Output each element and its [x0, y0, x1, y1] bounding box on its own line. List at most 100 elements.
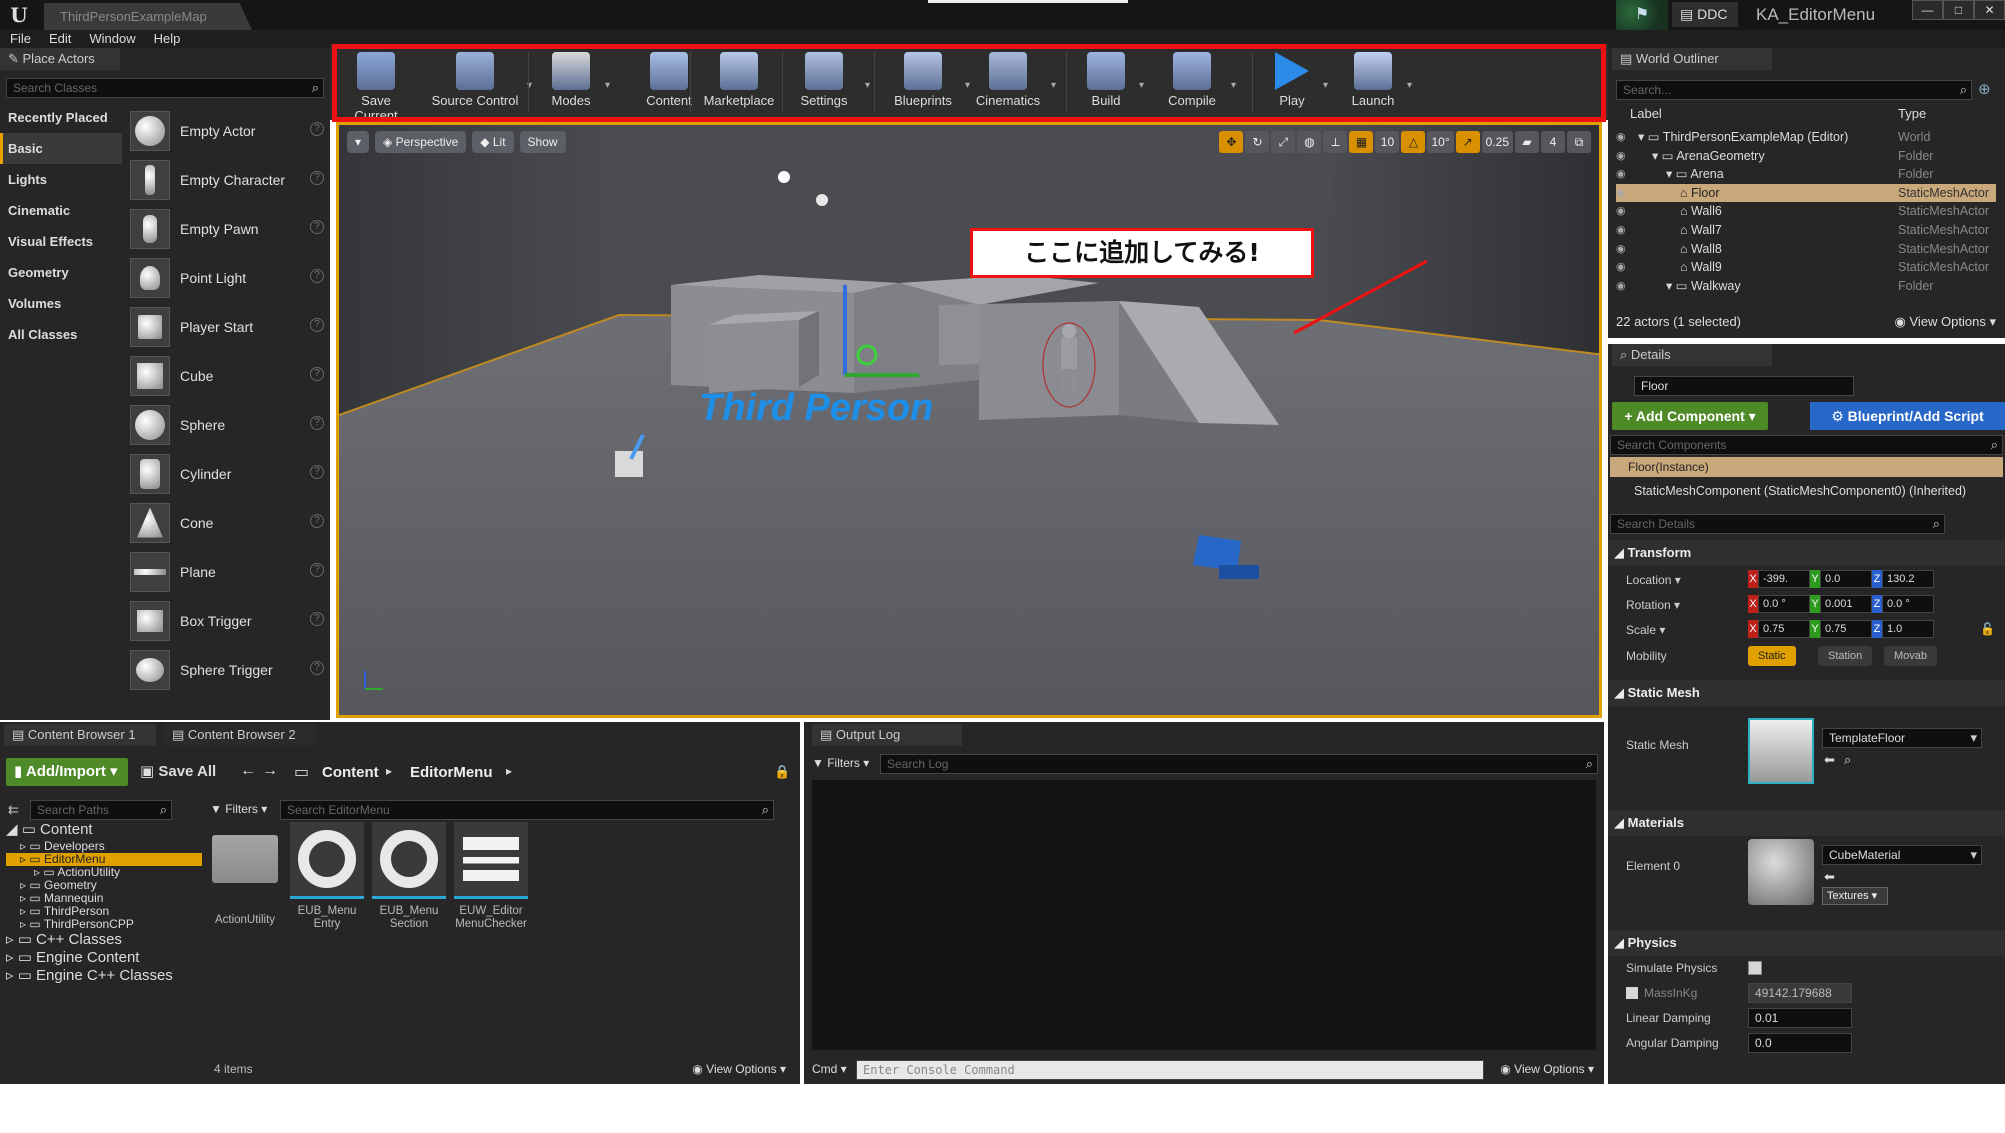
lock-icon[interactable]: 🔓 [1980, 622, 1995, 636]
location-y[interactable]: 0.0 [1820, 570, 1872, 588]
camera-speed-value[interactable]: 4 [1541, 131, 1565, 153]
close-button[interactable]: ✕ [1974, 0, 2005, 20]
actor-plane[interactable]: Plane? [126, 547, 330, 596]
simulate-physics-checkbox[interactable] [1748, 961, 1762, 975]
rotation-snap-icon[interactable]: △ [1401, 131, 1426, 153]
visibility-eye-icon[interactable]: ◉ [1616, 240, 1638, 259]
help-icon[interactable]: ? [310, 122, 324, 136]
actor-sphere[interactable]: Sphere? [126, 400, 330, 449]
world-status-icon[interactable]: ⚑ [1616, 0, 1668, 30]
menu-window[interactable]: Window [89, 30, 135, 48]
category-cinematic[interactable]: Cinematic [0, 195, 122, 226]
help-icon[interactable]: ? [310, 563, 324, 577]
use-selected-arrow-icon[interactable]: ⬅ [1824, 752, 1835, 768]
actor-cube[interactable]: Cube? [126, 351, 330, 400]
outliner-row[interactable]: ◉ ⌂ Floor StaticMeshActor [1616, 183, 1996, 203]
rotation-snap-value[interactable]: 10° [1427, 131, 1454, 153]
scale-snap-icon[interactable]: ↗ [1455, 131, 1480, 153]
outliner-row[interactable]: ◉ ⌂ Wall8 StaticMeshActor [1616, 240, 1996, 259]
maximize-button[interactable]: □ [1943, 0, 1974, 20]
component-row[interactable]: StaticMeshComponent (StaticMeshComponent… [1634, 484, 1966, 498]
actor-box-trigger[interactable]: Box Trigger? [126, 596, 330, 645]
actor-empty-actor[interactable]: Empty Actor? [126, 106, 330, 155]
actor-name-field[interactable]: Floor [1634, 376, 1854, 396]
lit-button[interactable]: ◆ Lit [472, 131, 514, 153]
tree-folder-item[interactable]: ▹ ▭ Engine C++ Classes [6, 967, 202, 985]
tree-folder-item[interactable]: ◢ ▭ Content [6, 820, 202, 840]
actor-player-start[interactable]: Player Start? [126, 302, 330, 351]
actor-cone[interactable]: Cone? [126, 498, 330, 547]
column-type[interactable]: Type [1898, 106, 1926, 126]
location-x[interactable]: -399. [1758, 570, 1810, 588]
help-icon[interactable]: ? [310, 661, 324, 675]
outliner-row[interactable]: ◉ ⌂ Wall9 StaticMeshActor [1616, 258, 1996, 277]
angular-damping-field[interactable]: 0.0 [1748, 1033, 1852, 1053]
cmd-selector[interactable]: Cmd ▾ [812, 1062, 847, 1076]
outliner-row[interactable]: ◉ ▾ ▭ ArenaGeometry Folder [1616, 147, 1996, 166]
save-all-button[interactable]: ▣ Save All [140, 758, 216, 786]
visibility-eye-icon[interactable]: ◉ [1616, 277, 1638, 296]
content-browser-2-tab[interactable]: ▤ Content Browser 2 [164, 724, 316, 746]
help-icon[interactable]: ? [310, 220, 324, 234]
tree-folder-item[interactable]: ▹ ▭ C++ Classes [6, 931, 202, 949]
help-icon[interactable]: ? [310, 514, 324, 528]
scale-z[interactable]: 1.0 [1882, 620, 1934, 638]
level-viewport[interactable]: Third Person ▾ ◈ Perspective ◆ Lit Show [336, 122, 1602, 718]
search-classes-input[interactable]: Search Classes ⌕ [6, 78, 324, 98]
category-lights[interactable]: Lights [0, 164, 122, 195]
search-paths-input[interactable]: Search Paths ⌕ [30, 800, 172, 820]
static-mesh-dropdown[interactable]: TemplateFloor ▾ [1822, 728, 1982, 748]
category-all-classes[interactable]: All Classes [0, 319, 122, 350]
help-icon[interactable]: ? [310, 465, 324, 479]
visibility-eye-icon[interactable]: ◉ [1616, 147, 1638, 166]
rotation-x[interactable]: 0.0 ° [1758, 595, 1810, 613]
search-details-input[interactable]: Search Details ⌕ [1610, 514, 1945, 534]
show-button[interactable]: Show [519, 131, 566, 153]
transform-section[interactable]: ◢ Transform [1608, 540, 2005, 566]
asset-eub-menu-entry[interactable]: EUB_Menu Entry [288, 822, 366, 931]
help-icon[interactable]: ? [310, 367, 324, 381]
asset-eub-menu-section[interactable]: EUB_Menu Section [370, 822, 448, 931]
category-geometry[interactable]: Geometry [0, 257, 122, 288]
category-recently-placed[interactable]: Recently Placed [0, 102, 122, 133]
actor-empty-pawn[interactable]: Empty Pawn? [126, 204, 330, 253]
menu-help[interactable]: Help [154, 30, 181, 48]
scale-label[interactable]: Scale ▾ [1626, 623, 1665, 637]
ddc-button[interactable]: ▤ DDC [1672, 2, 1738, 27]
log-view-options[interactable]: ◉ View Options ▾ [1500, 1062, 1594, 1076]
tree-folder-item[interactable]: ▹ ▭ Engine Content [6, 949, 202, 967]
static-mesh-section[interactable]: ◢ Static Mesh [1608, 680, 2005, 706]
rotation-label[interactable]: Rotation ▾ [1626, 598, 1680, 612]
outliner-row[interactable]: ◉ ▾ ▭ Walkway Folder [1616, 277, 1996, 296]
outliner-row[interactable]: ◉ ▾ ▭ ThirdPersonExampleMap (Editor) World [1616, 128, 1996, 147]
actor-empty-character[interactable]: Empty Character? [126, 155, 330, 204]
menu-file[interactable]: File [10, 30, 31, 48]
location-label[interactable]: Location ▾ [1626, 573, 1681, 587]
help-icon[interactable]: ? [310, 612, 324, 626]
scale-y[interactable]: 0.75 [1820, 620, 1872, 638]
surface-snap-icon[interactable]: ⟂ [1323, 131, 1348, 153]
output-log-tab[interactable]: ▤ Output Log [812, 724, 962, 746]
asset-euw-editor-menuchecker[interactable]: EUW_Editor MenuChecker [452, 822, 530, 931]
tree-folder-item[interactable]: ▹ ▭ ThirdPersonCPP [6, 918, 202, 931]
materials-section[interactable]: ◢ Materials [1608, 810, 2005, 836]
actor-sphere-trigger[interactable]: Sphere Trigger? [126, 645, 330, 694]
perspective-button[interactable]: ◈ Perspective [375, 131, 467, 153]
visibility-eye-icon[interactable]: ◉ [1616, 221, 1638, 240]
tree-collapse-icon[interactable]: ⇇ [8, 802, 19, 818]
grid-snap-icon[interactable]: ▦ [1349, 131, 1374, 153]
material-thumbnail[interactable] [1748, 839, 1814, 905]
filters-button[interactable]: ▼ Filters ▾ [210, 802, 267, 816]
cb-view-options[interactable]: ◉ View Options ▾ [692, 1062, 786, 1076]
lock-icon[interactable]: 🔒 [774, 764, 790, 780]
help-icon[interactable]: ? [310, 171, 324, 185]
mobility-movable[interactable]: Movab [1884, 646, 1938, 666]
asset-actionutility-folder[interactable]: ActionUtility [206, 822, 284, 927]
maximize-viewport-icon[interactable]: ⧉ [1567, 131, 1591, 153]
scale-tool-icon[interactable]: ⤢ [1271, 131, 1296, 153]
physics-section[interactable]: ◢ Physics [1608, 930, 2005, 956]
visibility-eye-icon[interactable]: ◉ [1616, 165, 1638, 184]
path-content[interactable]: Content [322, 764, 379, 781]
add-actor-icon[interactable]: ⊕ [1978, 80, 1991, 98]
linear-damping-field[interactable]: 0.01 [1748, 1008, 1852, 1028]
